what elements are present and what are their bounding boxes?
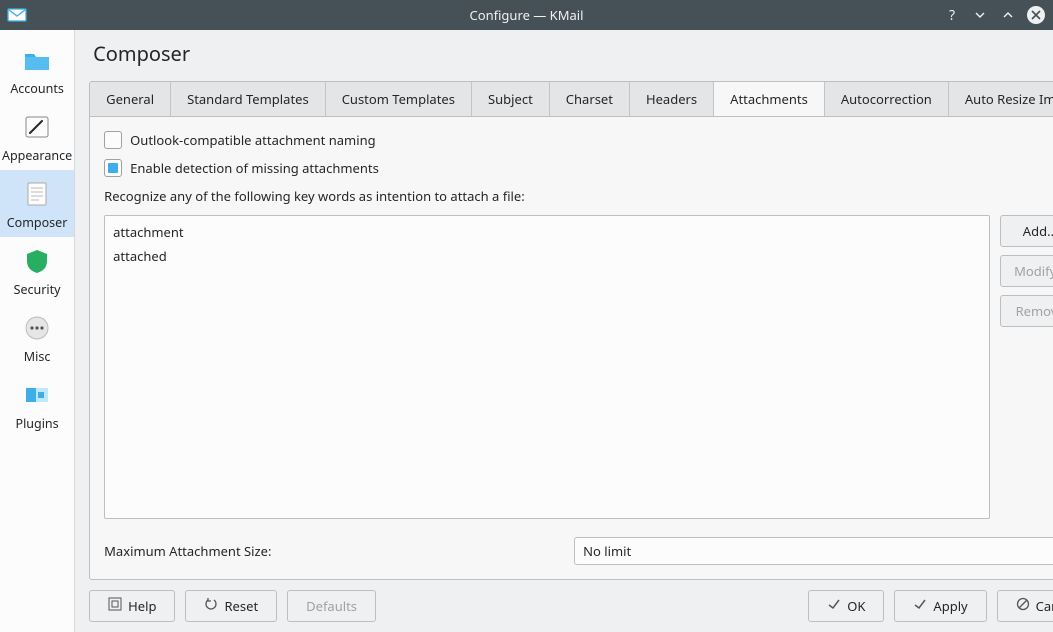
outlook-compatible-label: Outlook-compatible attachment naming: [130, 131, 375, 149]
detect-missing-checkbox[interactable]: [104, 159, 122, 177]
dialog-button-bar: Help Reset Defaults OK: [89, 590, 1053, 622]
check-icon: [827, 597, 841, 615]
tab-auto-resize-image[interactable]: Auto Resize Image: [949, 82, 1053, 116]
tab-attachments[interactable]: Attachments: [714, 82, 825, 116]
detect-missing-row: Enable detection of missing attachments: [104, 159, 1053, 177]
detect-missing-label: Enable detection of missing attachments: [130, 159, 379, 177]
app-icon: [6, 3, 28, 29]
max-attachment-spinbox[interactable]: No limit: [574, 537, 1053, 565]
sidebar-item-accounts[interactable]: Accounts: [0, 36, 74, 103]
apply-button[interactable]: Apply: [894, 590, 986, 622]
sidebar-item-label: Composer: [7, 214, 68, 231]
sidebar-item-appearance[interactable]: Appearance: [0, 103, 74, 170]
keyword-list[interactable]: attachment attached: [104, 215, 990, 519]
user-folder-icon: [21, 44, 53, 76]
paint-icon: [21, 111, 53, 143]
tab-general[interactable]: General: [90, 82, 171, 116]
remove-button[interactable]: Remove: [1000, 295, 1053, 327]
sidebar-item-plugins[interactable]: Plugins: [0, 371, 74, 438]
sidebar-item-label: Appearance: [2, 147, 72, 164]
page-title: Composer: [93, 40, 1053, 67]
tab-headers[interactable]: Headers: [630, 82, 714, 116]
cancel-icon: [1016, 597, 1030, 615]
add-button[interactable]: Add...: [1000, 215, 1053, 247]
sidebar-item-label: Security: [14, 281, 61, 298]
outlook-compatible-checkbox[interactable]: [104, 131, 122, 149]
main: Composer General Standard Templates Cust…: [75, 30, 1053, 632]
tab-standard-templates[interactable]: Standard Templates: [171, 82, 326, 116]
check-icon: [913, 597, 927, 615]
document-icon: [21, 178, 53, 210]
modify-button[interactable]: Modify...: [1000, 255, 1053, 287]
outlook-compatible-row: Outlook-compatible attachment naming: [104, 131, 1053, 149]
tab-autocorrection[interactable]: Autocorrection: [825, 82, 949, 116]
sidebar: Accounts Appearance Composer Security Mi…: [0, 30, 75, 632]
sidebar-item-label: Accounts: [10, 80, 64, 97]
cancel-button[interactable]: Cancel: [997, 590, 1053, 622]
sidebar-item-composer[interactable]: Composer: [0, 170, 74, 237]
undo-icon: [204, 597, 218, 615]
shield-icon: [21, 245, 53, 277]
ok-button[interactable]: OK: [808, 590, 884, 622]
max-attachment-row: Maximum Attachment Size: No limit: [104, 537, 1053, 565]
sidebar-item-security[interactable]: Security: [0, 237, 74, 304]
plugin-icon: [21, 379, 53, 411]
dots-icon: [21, 312, 53, 344]
defaults-button[interactable]: Defaults: [287, 590, 376, 622]
maximize-button[interactable]: [999, 6, 1017, 24]
keyword-section: attachment attached Add... Modify... Rem…: [104, 215, 1053, 519]
help-button[interactable]: Help: [89, 590, 175, 622]
tab-charset[interactable]: Charset: [550, 82, 630, 116]
tab-subject[interactable]: Subject: [472, 82, 550, 116]
close-button[interactable]: [1027, 6, 1045, 24]
window-title: Configure — KMail: [469, 6, 583, 24]
help-button[interactable]: ?: [943, 6, 961, 24]
help-icon: [108, 597, 122, 615]
tabbar: General Standard Templates Custom Templa…: [89, 81, 1053, 116]
recognize-label: Recognize any of the following key words…: [104, 187, 1053, 205]
tab-panel-attachments: Outlook-compatible attachment naming Ena…: [89, 116, 1053, 580]
list-item[interactable]: attachment: [113, 222, 981, 242]
window-controls: ?: [943, 6, 1045, 24]
titlebar: Configure — KMail ?: [0, 0, 1053, 30]
reset-button[interactable]: Reset: [185, 590, 277, 622]
max-attachment-value: No limit: [583, 542, 631, 560]
tab-custom-templates[interactable]: Custom Templates: [326, 82, 472, 116]
keyword-buttons: Add... Modify... Remove: [1000, 215, 1053, 519]
sidebar-item-misc[interactable]: Misc: [0, 304, 74, 371]
sidebar-item-label: Plugins: [16, 415, 59, 432]
minimize-button[interactable]: [971, 6, 989, 24]
list-item[interactable]: attached: [113, 246, 981, 266]
sidebar-item-label: Misc: [24, 348, 51, 365]
max-attachment-label: Maximum Attachment Size:: [104, 542, 564, 560]
